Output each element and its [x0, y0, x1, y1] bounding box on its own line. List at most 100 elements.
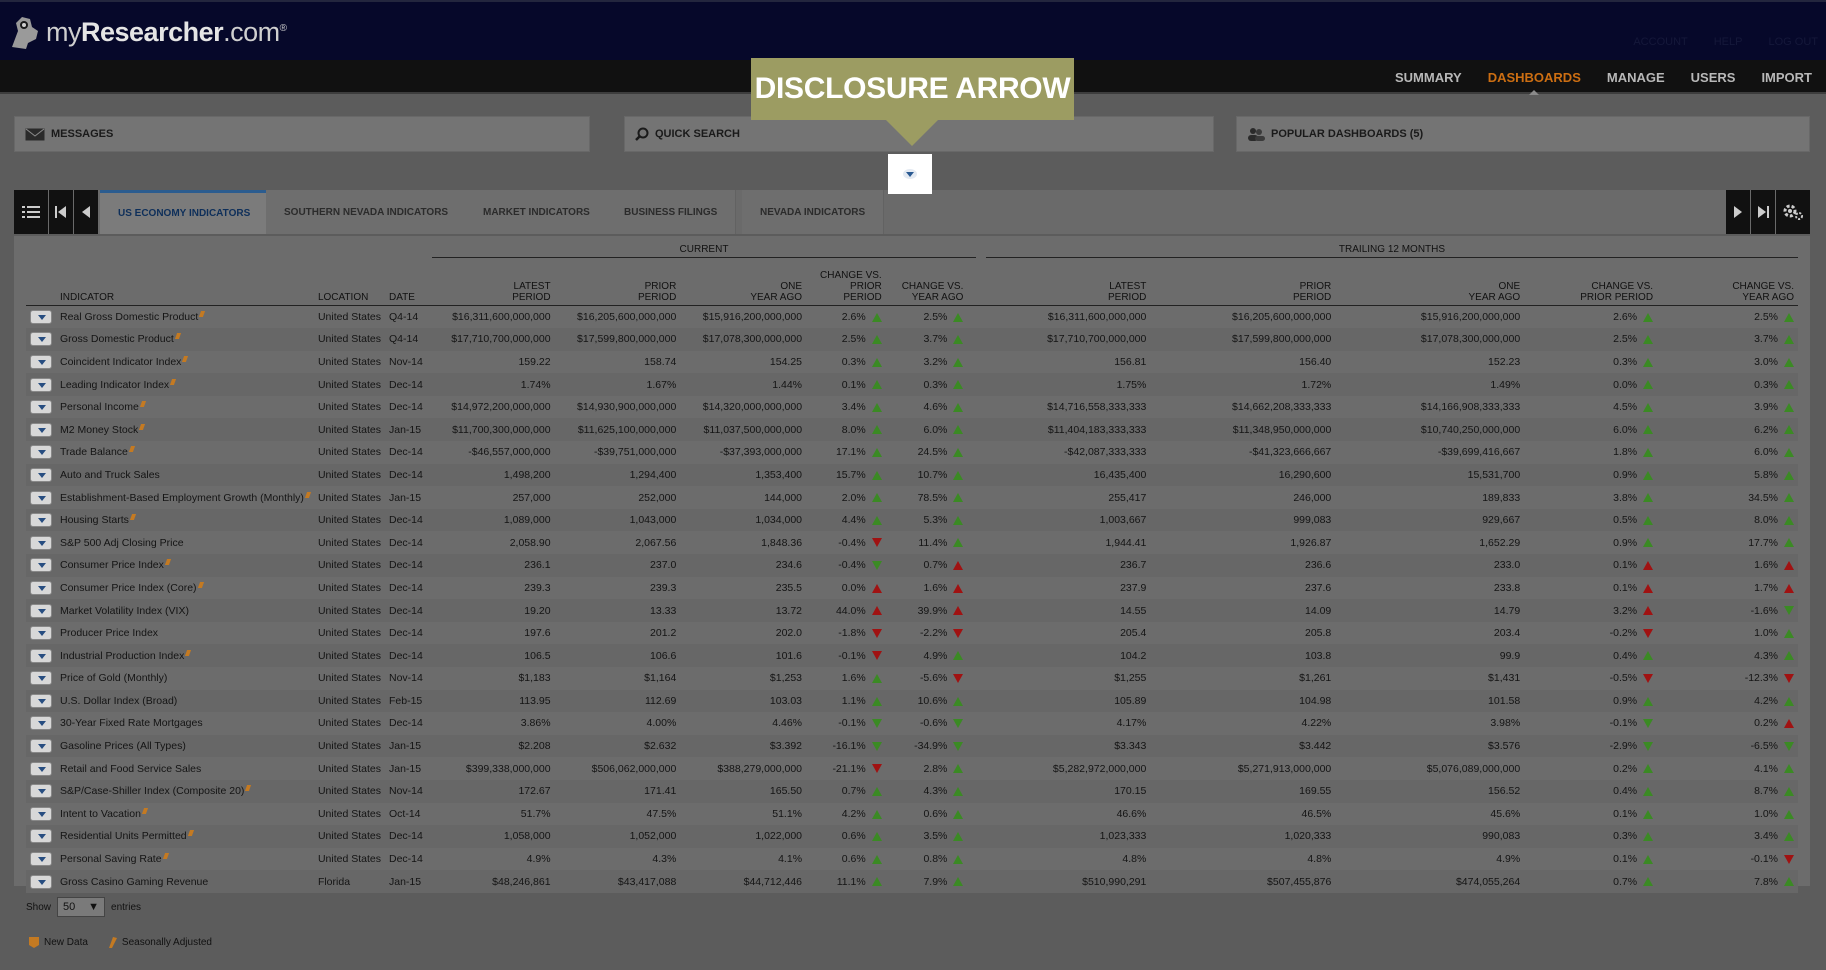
table-row[interactable]: M2 Money Stock United States Jan-15 $11,700… [26, 418, 1798, 442]
indicator-name[interactable]: Leading Indicator Index [56, 373, 314, 396]
table-row[interactable]: Price of Gold (Monthly) United States Nov-… [26, 667, 1798, 690]
help-link[interactable]: HELP [1714, 36, 1743, 48]
nav-manage[interactable]: MANAGE [1607, 70, 1665, 85]
tab-market-indicators[interactable]: MARKET INDICATORS [465, 190, 609, 234]
tab-us-economy-indicators[interactable]: US ECONOMY INDICATORS [100, 190, 270, 234]
chevron-down-icon[interactable] [30, 354, 52, 369]
chevron-down-icon[interactable] [30, 829, 52, 844]
disclosure-arrow-button[interactable] [888, 154, 932, 194]
indicator-name[interactable]: Housing Starts [56, 508, 314, 532]
chevron-down-icon[interactable] [30, 648, 52, 663]
tab-business-filings[interactable]: BUSINESS FILINGS [606, 190, 737, 234]
row-disclosure-button[interactable] [26, 418, 56, 442]
chevron-down-icon[interactable] [30, 422, 52, 437]
nav-import[interactable]: IMPORT [1761, 70, 1812, 85]
indicator-name[interactable]: Industrial Production Index [56, 644, 314, 667]
table-row[interactable]: Coincident Indicator Index United States N… [26, 351, 1798, 374]
indicator-name[interactable]: S&P/Case-Shiller Index (Composite 20) [56, 779, 314, 803]
table-row[interactable]: Personal Income United States Dec-14 $14,97… [26, 396, 1798, 419]
table-row[interactable]: Residential Units Permitted United States… [26, 825, 1798, 848]
logout-link[interactable]: LOG OUT [1768, 36, 1818, 48]
chevron-down-icon[interactable] [30, 580, 52, 595]
table-row[interactable]: Housing Starts United States Dec-14 1,089,0… [26, 508, 1798, 532]
indicator-name[interactable]: Trade Balance [56, 441, 314, 464]
indicator-name[interactable]: Consumer Price Index (Core) [56, 577, 314, 600]
indicator-name[interactable]: Producer Price Index [56, 622, 314, 645]
chevron-down-icon[interactable] [30, 310, 52, 325]
table-row[interactable]: Intent to Vacation United States Oct-14 51.… [26, 803, 1798, 826]
nav-users[interactable]: USERS [1691, 70, 1736, 85]
col-t12-latest-period[interactable]: LATEST PERIOD [967, 270, 1151, 306]
row-disclosure-button[interactable] [26, 870, 56, 893]
chevron-down-icon[interactable] [30, 626, 52, 641]
indicator-name[interactable]: S&P 500 Adj Closing Price [56, 531, 314, 554]
col-date[interactable]: DATE [384, 270, 427, 306]
chevron-down-icon[interactable] [30, 716, 52, 731]
nav-dashboards[interactable]: DASHBOARDS [1488, 70, 1581, 95]
col-location[interactable]: LOCATION [313, 270, 385, 306]
table-row[interactable]: Gross Casino Gaming Revenue Florida Jan-15… [26, 870, 1798, 893]
list-icon[interactable] [14, 190, 48, 234]
chevron-down-icon[interactable] [30, 490, 52, 505]
chevron-down-icon[interactable] [30, 558, 52, 573]
chevron-down-icon[interactable] [30, 784, 52, 799]
row-disclosure-button[interactable] [26, 825, 56, 848]
chevron-down-icon[interactable] [30, 739, 52, 754]
chevron-down-icon[interactable] [30, 400, 52, 415]
table-row[interactable]: S&P/Case-Shiller Index (Composite 20) Uni… [26, 779, 1798, 803]
row-disclosure-button[interactable] [26, 622, 56, 645]
indicator-name[interactable]: Real Gross Domestic Product [56, 306, 314, 329]
row-disclosure-button[interactable] [26, 486, 56, 509]
row-disclosure-button[interactable] [26, 351, 56, 374]
app-logo[interactable]: myResearcher.com® [8, 12, 287, 52]
settings-gear-icon[interactable] [1776, 190, 1810, 234]
col-t12-one-year-ago[interactable]: ONE YEAR AGO [1335, 270, 1525, 306]
nav-summary[interactable]: SUMMARY [1395, 70, 1462, 85]
col-t12-change-vs-year[interactable]: CHANGE VS. YEAR AGO [1657, 270, 1798, 306]
tab-nevada-indicators[interactable]: NEVADA INDICATORS [742, 190, 885, 234]
indicator-name[interactable]: Market Volatility Index (VIX) [56, 599, 314, 622]
indicator-name[interactable]: Personal Saving Rate [56, 848, 314, 871]
indicator-name[interactable]: U.S. Dollar Index (Broad) [56, 689, 314, 713]
col-prior-period[interactable]: PRIOR PERIOD [554, 270, 681, 306]
chevron-down-icon[interactable] [30, 852, 52, 867]
indicator-name[interactable]: Gross Casino Gaming Revenue [56, 870, 314, 893]
chevron-down-icon[interactable] [30, 332, 52, 347]
row-disclosure-button[interactable] [26, 441, 56, 464]
chevron-down-icon[interactable] [30, 513, 52, 528]
indicator-name[interactable]: Retail and Food Service Sales [56, 757, 314, 780]
table-row[interactable]: Auto and Truck Sales United States Dec-14 1… [26, 463, 1798, 487]
col-indicator[interactable]: INDICATOR [56, 270, 314, 306]
col-latest-period[interactable]: LATEST PERIOD [426, 270, 555, 306]
indicator-name[interactable]: Auto and Truck Sales [56, 463, 314, 487]
indicator-name[interactable]: Consumer Price Index [56, 554, 314, 577]
row-disclosure-button[interactable] [26, 463, 56, 487]
row-disclosure-button[interactable] [26, 396, 56, 419]
table-row[interactable]: Gross Domestic Product United States Q4-14… [26, 328, 1798, 351]
table-row[interactable]: Gasoline Prices (All Types) United States… [26, 734, 1798, 758]
indicator-name[interactable]: Residential Units Permitted [56, 825, 314, 848]
row-disclosure-button[interactable] [26, 577, 56, 600]
chevron-down-icon[interactable] [30, 806, 52, 821]
table-row[interactable]: Producer Price Index United States Dec-14 1… [26, 622, 1798, 645]
col-t12-prior-period[interactable]: PRIOR PERIOD [1150, 270, 1336, 306]
table-row[interactable]: Personal Saving Rate United States Dec-14 4… [26, 848, 1798, 871]
row-disclosure-button[interactable] [26, 531, 56, 554]
first-tab-icon[interactable] [49, 190, 73, 234]
indicator-name[interactable]: Gasoline Prices (All Types) [56, 734, 314, 758]
row-disclosure-button[interactable] [26, 689, 56, 713]
table-row[interactable]: Trade Balance United States Dec-14 -$46,557… [26, 441, 1798, 464]
row-disclosure-button[interactable] [26, 667, 56, 690]
last-tab-icon[interactable] [1751, 190, 1775, 234]
chevron-down-icon[interactable] [30, 535, 52, 550]
chevron-down-icon[interactable] [30, 467, 52, 482]
tab-southern-nevada-indicators[interactable]: SOUTHERN NEVADA INDICATORS [266, 190, 468, 234]
table-row[interactable]: S&P 500 Adj Closing Price United States De… [26, 531, 1798, 554]
row-disclosure-button[interactable] [26, 554, 56, 577]
indicator-name[interactable]: Coincident Indicator Index [56, 351, 314, 374]
col-change-vs-year[interactable]: CHANGE VS. YEAR AGO [885, 270, 968, 306]
popular-dashboards-panel[interactable]: POPULAR DASHBOARDS (5) [1236, 116, 1810, 152]
row-disclosure-button[interactable] [26, 373, 56, 396]
indicator-name[interactable]: M2 Money Stock [56, 418, 314, 442]
row-disclosure-button[interactable] [26, 508, 56, 532]
